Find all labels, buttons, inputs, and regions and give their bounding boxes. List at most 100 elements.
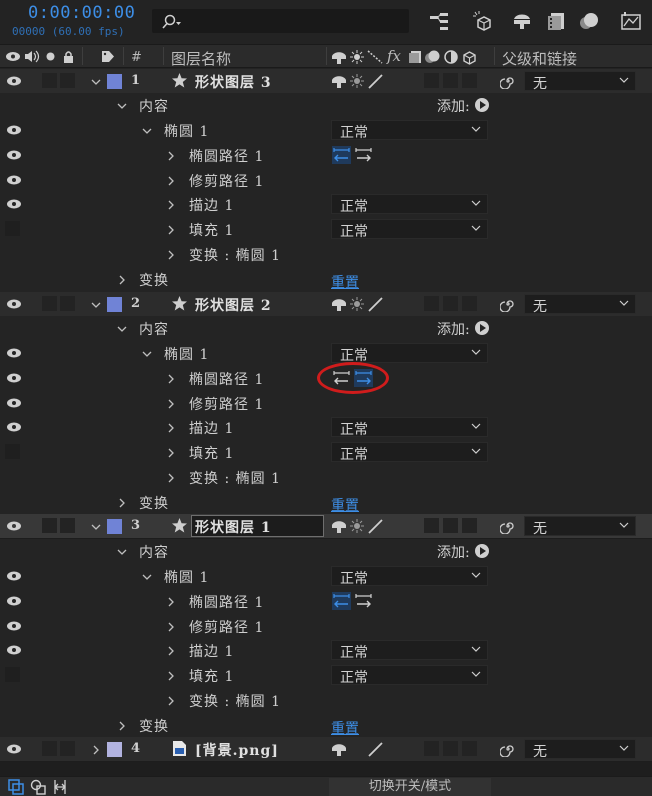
graph-editor-icon[interactable] [620, 10, 642, 32]
switch-cell[interactable] [424, 518, 439, 533]
toggle-switches-modes-button[interactable]: 切换开关/模式 [329, 778, 491, 796]
layer-row[interactable]: 1 形状图层 3 无 [0, 69, 652, 94]
reset-link[interactable]: 重置 [331, 718, 359, 738]
number-column-header[interactable]: # [131, 50, 142, 65]
layer-name-column-header[interactable]: 图层名称 [171, 48, 231, 69]
path-direction-reverse-icon[interactable] [332, 592, 351, 610]
property-row[interactable]: 变换 重置 [0, 490, 652, 515]
layer-row[interactable]: 2 形状图层 2 无 [0, 292, 652, 317]
shy-icon[interactable] [331, 519, 347, 533]
quality-icon[interactable] [368, 297, 383, 312]
switch-cell[interactable] [462, 741, 477, 756]
chevron-right-icon[interactable] [166, 200, 176, 210]
switch-cell[interactable] [462, 518, 477, 533]
property-row[interactable]: 椭圆 1 正常 [0, 118, 652, 143]
property-row[interactable]: 椭圆路径 1 [0, 589, 652, 614]
motion-blur-switch-header-icon[interactable] [425, 50, 440, 64]
current-time-display[interactable]: 0:00:00:00 [28, 3, 135, 23]
eye-icon[interactable] [6, 372, 22, 384]
property-row[interactable]: 修剪路径 1 [0, 168, 652, 193]
transfer-controls-pane-icon[interactable] [30, 779, 46, 795]
chevron-right-icon[interactable] [166, 448, 176, 458]
layer-search-input[interactable] [152, 9, 409, 33]
layer-name[interactable]: [背景.png] [195, 740, 279, 760]
eye-icon[interactable] [6, 347, 22, 359]
quality-switch-header-icon[interactable] [367, 50, 383, 64]
quality-icon[interactable] [368, 74, 383, 89]
chevron-right-icon[interactable] [166, 250, 176, 260]
switch-cell[interactable] [424, 741, 439, 756]
property-row[interactable]: 椭圆路径 1 [0, 143, 652, 168]
pick-whip-spiral-icon[interactable] [500, 296, 516, 312]
reset-link[interactable]: 重置 [331, 495, 359, 515]
chevron-right-icon[interactable] [166, 374, 176, 384]
property-row[interactable]: 描边 1 正常 [0, 415, 652, 440]
chevron-right-icon[interactable] [166, 671, 176, 681]
frame-blending-icon[interactable] [545, 10, 567, 32]
lock-header-icon[interactable] [63, 50, 74, 63]
chevron-right-icon[interactable] [166, 646, 176, 656]
solo-toggle[interactable] [42, 518, 57, 533]
chevron-down-icon[interactable] [117, 101, 127, 111]
property-row[interactable]: 内容 添加: [0, 539, 652, 564]
eye-icon[interactable] [6, 198, 22, 210]
property-row[interactable]: 变换 : 椭圆 1 [0, 465, 652, 490]
eye-icon[interactable] [6, 620, 22, 632]
eye-icon[interactable] [6, 570, 22, 582]
path-direction-reverse-icon[interactable] [332, 146, 351, 164]
eye-icon[interactable] [6, 174, 22, 186]
effects-column-header[interactable]: fx [387, 47, 401, 65]
switch-cell[interactable] [424, 296, 439, 311]
blend-mode-dropdown[interactable]: 正常 [331, 343, 488, 364]
chevron-down-icon[interactable] [91, 77, 101, 87]
layer-name-edit-field[interactable]: 形状图层 1 [191, 515, 324, 537]
layer-name[interactable]: 形状图层 2 [195, 295, 272, 315]
property-row[interactable]: 填充 1 正常 [0, 217, 652, 242]
chevron-right-icon[interactable] [166, 225, 176, 235]
chevron-right-icon[interactable] [117, 498, 127, 508]
property-row[interactable]: 填充 1 正常 [0, 663, 652, 688]
eye-icon[interactable] [6, 124, 22, 136]
collapse-switch-header-icon[interactable] [350, 50, 364, 64]
property-row[interactable]: 变换 重置 [0, 713, 652, 738]
chevron-down-icon[interactable] [142, 572, 152, 582]
pick-whip-spiral-icon[interactable] [500, 518, 516, 534]
switch-cell[interactable] [462, 73, 477, 88]
chevron-down-icon[interactable] [91, 522, 101, 532]
solo-toggle[interactable] [42, 741, 57, 756]
layer-name[interactable]: 形状图层 3 [195, 72, 272, 92]
chevron-right-icon[interactable] [117, 721, 127, 731]
audio-switch-header-icon[interactable] [24, 50, 41, 63]
chevron-right-icon[interactable] [166, 473, 176, 483]
path-direction-forward-icon[interactable] [354, 592, 373, 610]
blend-mode-dropdown[interactable]: 正常 [331, 120, 488, 141]
blend-mode-dropdown[interactable]: 正常 [331, 566, 488, 587]
horizontal-scrollbar[interactable] [0, 762, 652, 776]
shy-icon[interactable] [331, 297, 347, 311]
lock-toggle[interactable] [60, 296, 75, 311]
in-out-duration-pane-icon[interactable] [53, 779, 67, 795]
solo-toggle[interactable] [42, 73, 57, 88]
eye-icon[interactable] [6, 397, 22, 409]
blend-mode-dropdown[interactable]: 正常 [331, 442, 488, 463]
parent-dropdown[interactable]: 无 [524, 71, 636, 92]
property-row[interactable]: 内容 添加: [0, 316, 652, 341]
eye-icon[interactable] [6, 595, 22, 607]
blend-mode-dropdown[interactable]: 正常 [331, 194, 488, 215]
switch-cell[interactable] [443, 73, 458, 88]
collapse-transformations-icon[interactable] [350, 74, 364, 88]
frame-blend-switch-header-icon[interactable] [408, 50, 422, 64]
property-row[interactable]: 描边 1 正常 [0, 192, 652, 217]
layer-row[interactable]: 3 形状图层 1 无 [0, 514, 652, 539]
switch-cell[interactable] [443, 296, 458, 311]
label-color-swatch[interactable] [107, 742, 122, 757]
motion-blur-icon[interactable] [578, 10, 600, 32]
eye-icon[interactable] [6, 149, 22, 161]
chevron-down-icon[interactable] [142, 349, 152, 359]
label-color-swatch[interactable] [107, 519, 122, 534]
chevron-right-icon[interactable] [166, 622, 176, 632]
solo-switch-header-icon[interactable] [46, 52, 55, 61]
layer-switches-pane-icon[interactable] [8, 779, 24, 795]
property-row[interactable]: 修剪路径 1 [0, 614, 652, 639]
shy-switch-header-icon[interactable] [331, 50, 347, 64]
